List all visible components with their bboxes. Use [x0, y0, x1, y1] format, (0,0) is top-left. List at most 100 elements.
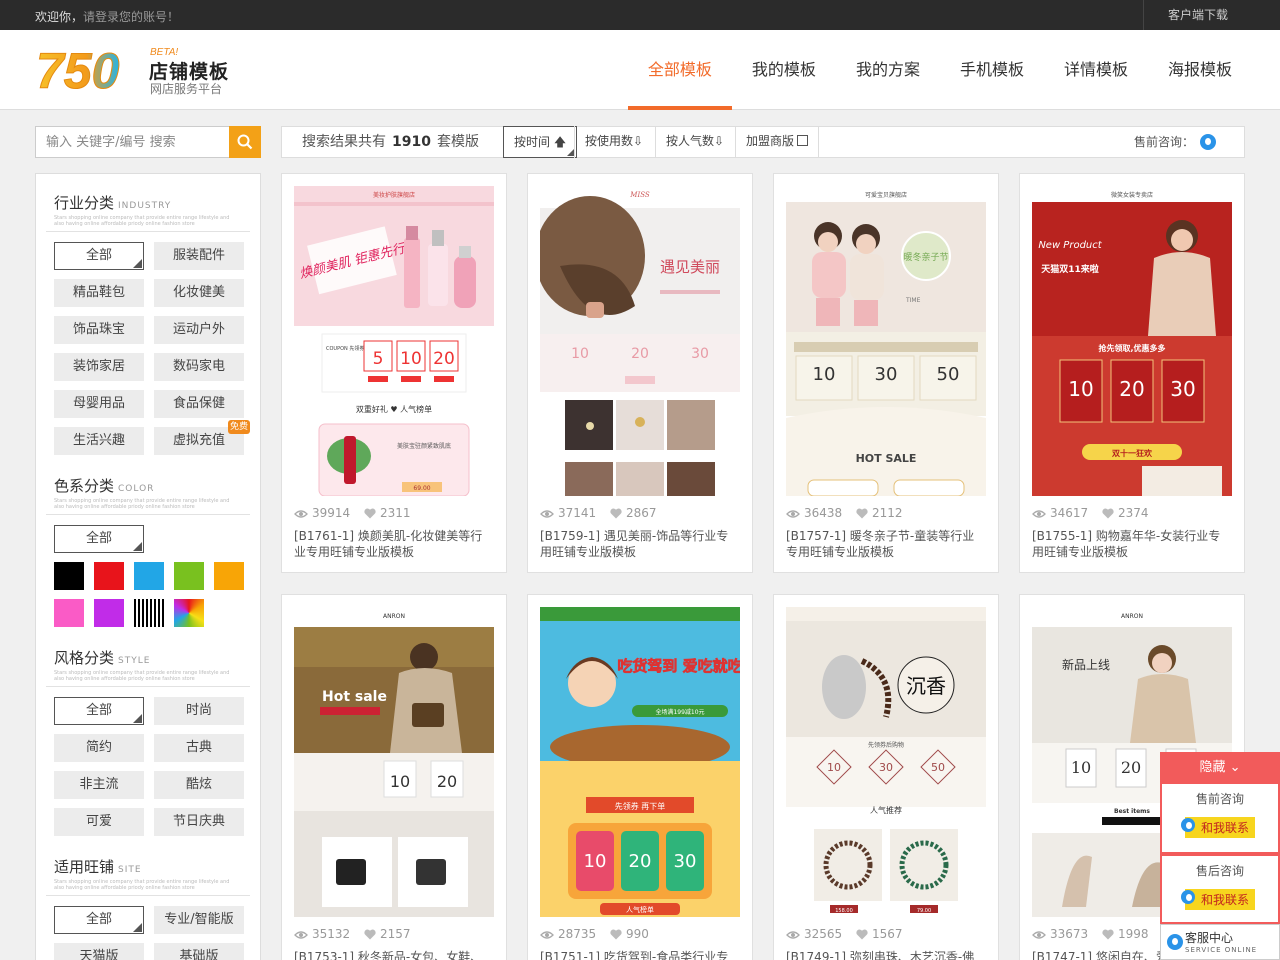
site-tagline: Stars shopping online company that provi…: [54, 879, 230, 891]
template-card[interactable]: ANRON Hot sale 10 20 35132 2157 [B1753-1…: [281, 594, 507, 960]
template-thumbnail[interactable]: MISS 遇见美丽 10 20 30: [540, 186, 740, 496]
sort-by-usage-button[interactable]: 按使用数⇩: [574, 126, 653, 158]
template-card[interactable]: MISS 遇见美丽 10 20 30 37141 2867 [B1759-1] …: [527, 173, 753, 573]
template-thumbnail[interactable]: 沉香 先领券后购物 10 30 50 人气推荐 158.00 79.00: [786, 607, 986, 917]
industry-tag[interactable]: 服装配件: [154, 242, 244, 270]
hide-panel-button[interactable]: 隐藏 ⌄: [1160, 752, 1280, 784]
color-swatch-orange[interactable]: [214, 562, 244, 590]
result-suffix: 套模版: [436, 134, 479, 150]
color-swatch-red[interactable]: [94, 562, 124, 590]
search-icon: [237, 134, 253, 150]
contact-label: 和我联系: [1200, 821, 1249, 835]
industry-tag[interactable]: 食品保健: [154, 390, 244, 418]
nav-detail-templates[interactable]: 详情模板: [1044, 30, 1148, 110]
industry-tag[interactable]: 饰品珠宝: [54, 316, 144, 344]
site-tag-all[interactable]: 全部: [54, 906, 144, 934]
view-count: 28735: [558, 927, 597, 941]
industry-title: 行业分类 INDUSTRY: [54, 192, 250, 213]
industry-tag[interactable]: 母婴用品: [54, 390, 144, 418]
template-thumbnail[interactable]: 微笑女装专卖店 New Product 天猫双11来啦 抢先领取,优惠多多 10…: [1032, 186, 1232, 496]
nav-poster-templates[interactable]: 海报模板: [1148, 30, 1252, 110]
eye-icon: [1032, 931, 1046, 939]
view-count: 34617: [1050, 506, 1089, 520]
industry-tag[interactable]: 精品鞋包: [54, 279, 144, 307]
industry-tag-all[interactable]: 全部: [54, 242, 144, 270]
site-tag[interactable]: 专业/智能版: [154, 906, 244, 934]
style-tag-all[interactable]: 全部: [54, 697, 144, 725]
color-swatch-pink[interactable]: [54, 599, 84, 627]
template-title[interactable]: [B1755-1] 购物嘉年华-女装行业专用旺铺专业版模板: [1032, 528, 1232, 560]
site-tag[interactable]: 天猫版: [54, 943, 144, 960]
template-thumbnail[interactable]: 吃货驾到 爱吃就吃 全场满199减10元 先领券 再下单 10 20 30 人气…: [540, 607, 740, 917]
template-stats: 28735 990: [540, 927, 649, 941]
industry-title-text: 行业分类: [54, 194, 115, 212]
template-title[interactable]: [B1761-1] 焕颜美肌-化妆健美等行业专用旺铺专业版模板: [294, 528, 494, 560]
nav-my-templates[interactable]: 我的模板: [732, 30, 836, 110]
template-title[interactable]: [B1751-1] 吃货驾到-食品类行业专用: [540, 949, 740, 960]
style-tag[interactable]: 时尚: [154, 697, 244, 725]
color-swatch-blue[interactable]: [134, 562, 164, 590]
presale-contact-button[interactable]: 和我联系: [1180, 817, 1255, 838]
template-card[interactable]: 可爱宝贝旗舰店 暖冬亲子节 TIME 10 30 50 HOT SALE 364…: [773, 173, 999, 573]
search-input[interactable]: [35, 126, 229, 158]
color-swatch-black[interactable]: [54, 562, 84, 590]
nav-all-templates[interactable]: 全部模板: [627, 30, 732, 110]
template-title[interactable]: [B1749-1] 弥刻串珠、木艺沉香-佛: [786, 949, 986, 960]
preview-banner: 沉香: [906, 674, 946, 698]
color-swatch-stripes[interactable]: [134, 599, 164, 627]
color-title-en: COLOR: [118, 484, 155, 494]
template-title[interactable]: [B1759-1] 遇见美丽-饰品等行业专用旺铺专业版模板: [540, 528, 740, 560]
nav-mobile-templates[interactable]: 手机模板: [940, 30, 1044, 110]
chevron-down-icon: ⌄: [1229, 760, 1241, 775]
template-stats: 36438 2112: [786, 506, 903, 520]
industry-tag[interactable]: 运动户外: [154, 316, 244, 344]
presale-consult[interactable]: 售前咨询：: [1134, 127, 1216, 157]
hide-label: 隐藏: [1199, 760, 1226, 775]
style-tag[interactable]: 节日庆典: [154, 808, 244, 836]
style-tag[interactable]: 古典: [154, 734, 244, 762]
client-download-link[interactable]: 客户端下载: [1142, 0, 1280, 30]
login-link[interactable]: 请登录您的账号！: [83, 10, 179, 24]
template-card[interactable]: 吃货驾到 爱吃就吃 全场满199减10元 先领券 再下单 10 20 30 人气…: [527, 594, 753, 960]
preview-grab: 抢先领取,优惠多多: [1098, 343, 1165, 353]
color-swatch-rainbow[interactable]: [174, 599, 204, 627]
template-card[interactable]: 微笑女装专卖店 New Product 天猫双11来啦 抢先领取,优惠多多 10…: [1019, 173, 1245, 573]
style-tag[interactable]: 非主流: [54, 771, 144, 799]
site-logo[interactable]: 750 BETA! 店铺模板 网店服务平台: [36, 46, 236, 106]
template-title[interactable]: [B1757-1] 暖冬亲子节-童装等行业专用旺铺专业版模板: [786, 528, 986, 560]
like-count: 2374: [1118, 506, 1149, 520]
template-card[interactable]: 沉香 先领券后购物 10 30 50 人气推荐 158.00 79.00 325…: [773, 594, 999, 960]
aftersale-contact-button[interactable]: 和我联系: [1180, 889, 1255, 910]
sort-by-popularity-button[interactable]: 按人气数⇩: [655, 126, 734, 158]
industry-tag[interactable]: 装饰家居: [54, 353, 144, 381]
style-tag[interactable]: 酷炫: [154, 771, 244, 799]
site-tag[interactable]: 基础版: [154, 943, 244, 960]
template-thumbnail[interactable]: ANRON Hot sale 10 20: [294, 607, 494, 917]
template-stats: 37141 2867: [540, 506, 657, 520]
template-title[interactable]: [B1753-1] 秋冬新品-女包、女鞋、女: [294, 949, 494, 960]
preview-banner: 吃货驾到 爱吃就吃: [617, 657, 740, 675]
industry-tag-virtual[interactable]: 虚拟充值 免费: [154, 420, 250, 455]
style-tag[interactable]: 可爱: [54, 808, 144, 836]
color-title: 色系分类 COLOR: [54, 475, 250, 496]
template-card[interactable]: 美妆护肤旗舰店 焕颜美肌 钜惠先行 COUPON 先领券再购物 5 10 20 …: [281, 173, 507, 573]
industry-tag[interactable]: 生活兴趣: [54, 427, 144, 455]
search-button[interactable]: [229, 126, 261, 158]
template-stats: 34617 2374: [1032, 506, 1149, 520]
preview-brand: ANRON: [383, 613, 405, 620]
style-tag[interactable]: 简约: [54, 734, 144, 762]
industry-tag[interactable]: 数码家电: [154, 353, 244, 381]
preview-coupon-value: 20: [1119, 377, 1144, 401]
service-center-link[interactable]: 客服中心 SERVICE ONLINE: [1160, 924, 1280, 960]
template-thumbnail[interactable]: 美妆护肤旗舰店 焕颜美肌 钜惠先行 COUPON 先领券再购物 5 10 20 …: [294, 186, 494, 496]
nav-my-plans[interactable]: 我的方案: [836, 30, 940, 110]
preview-coupon-value: 20: [629, 851, 652, 872]
alliance-filter-checkbox[interactable]: 加盟商版: [735, 126, 820, 158]
color-swatch-green[interactable]: [174, 562, 204, 590]
sort-by-time-button[interactable]: 按时间 🡅: [503, 126, 578, 158]
template-thumbnail[interactable]: 可爱宝贝旗舰店 暖冬亲子节 TIME 10 30 50 HOT SALE: [786, 186, 986, 496]
color-tag-all[interactable]: 全部: [54, 525, 144, 553]
like-count: 2157: [380, 927, 411, 941]
color-swatch-purple[interactable]: [94, 599, 124, 627]
industry-tag[interactable]: 化妆健美: [154, 279, 244, 307]
